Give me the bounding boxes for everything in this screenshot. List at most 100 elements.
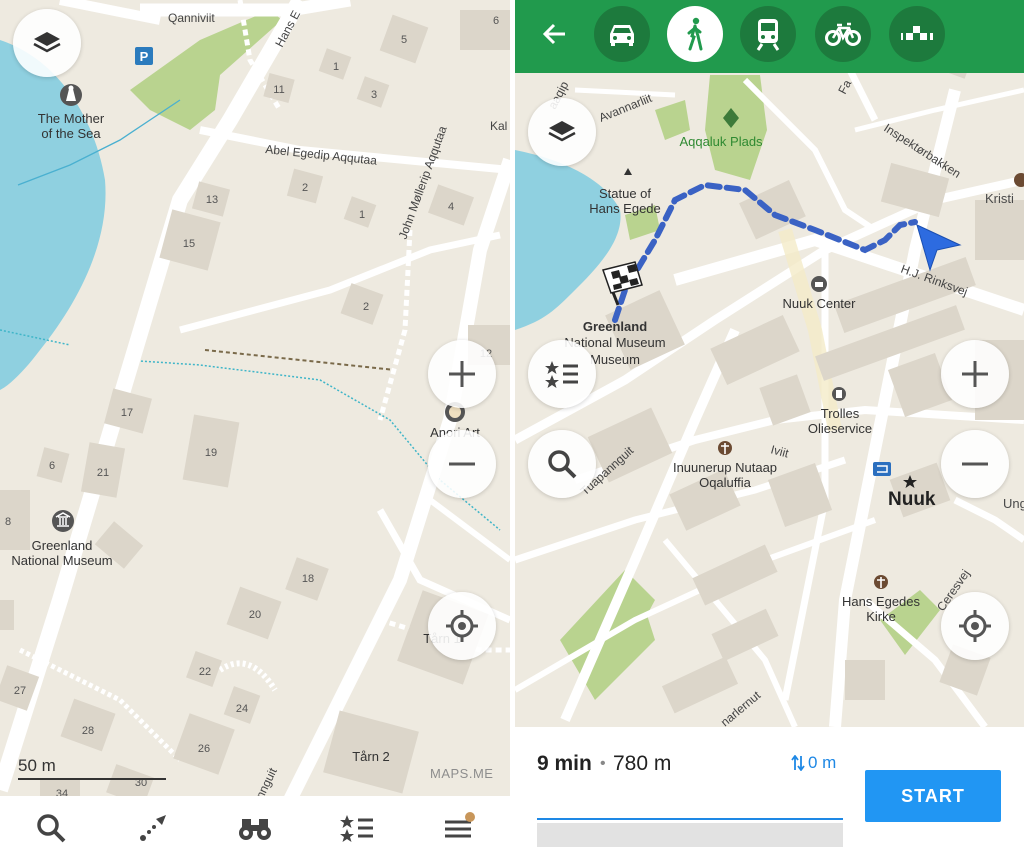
location-target-icon xyxy=(959,610,991,642)
poi-church-line2: Oqaluffia xyxy=(699,475,752,490)
right-map-panel[interactable]: Aqqaluk Plads Statue of Hans Egede Green… xyxy=(515,0,1024,860)
building-number-label: 21 xyxy=(97,467,109,479)
zoom-in-button[interactable] xyxy=(941,340,1009,408)
street-qanniviit: Qanniviit xyxy=(168,11,215,25)
poi-hans-egedes-kirke-line1: Hans Egedes xyxy=(842,594,921,609)
scale-line xyxy=(18,778,166,780)
poi-statue-line2: Hans Egede xyxy=(589,201,661,216)
taxi-icon xyxy=(901,26,933,40)
mode-bicycle-button[interactable] xyxy=(815,6,871,62)
my-location-button[interactable] xyxy=(428,592,496,660)
poi-trolles-line2: Olieservice xyxy=(808,421,872,436)
building-number-label: 6 xyxy=(493,15,499,27)
bookmarks-button[interactable] xyxy=(528,340,596,408)
minus-icon xyxy=(962,462,988,466)
route-summary-panel: 9 min • 780 m 0 m START xyxy=(515,727,1024,860)
car-icon xyxy=(610,25,634,46)
zoom-out-button[interactable] xyxy=(428,430,496,498)
route-icon xyxy=(140,815,166,841)
mode-car-button[interactable] xyxy=(594,6,650,62)
pedestrian-icon xyxy=(687,17,703,51)
maps-me-watermark: MAPS.ME xyxy=(430,766,494,781)
route-separator: • xyxy=(600,755,606,772)
plus-icon xyxy=(449,361,475,387)
bookmarks-icon xyxy=(340,815,373,842)
building-number-label: 27 xyxy=(14,685,26,697)
poi-kristi: Kristi xyxy=(985,191,1014,206)
building-number-label: 3 xyxy=(371,89,377,101)
discovery-button[interactable] xyxy=(225,798,285,858)
layers-button[interactable] xyxy=(528,98,596,166)
left-map-canvas[interactable]: P The Mother of the Sea Greenland Nation… xyxy=(0,0,510,860)
my-location-button[interactable] xyxy=(941,592,1009,660)
search-icon xyxy=(548,450,577,479)
zoom-out-button[interactable] xyxy=(941,430,1009,498)
building-number-label: 20 xyxy=(249,609,261,621)
poi-mother-of-sea-line1: The Mother xyxy=(38,111,105,126)
minus-icon xyxy=(449,462,475,466)
building-number-label: 2 xyxy=(363,301,369,313)
layers-icon xyxy=(548,121,576,142)
building-number-label: 22 xyxy=(199,666,211,678)
route-button[interactable] xyxy=(123,798,183,858)
poi-church-line1: Inuunerup Nutaap xyxy=(673,460,777,475)
poi-museum-line3: Museum xyxy=(590,352,640,367)
left-map-panel[interactable]: P The Mother of the Sea Greenland Nation… xyxy=(0,0,510,860)
poi-tarn2: Tårn 2 xyxy=(352,749,390,764)
route-time: 9 min xyxy=(537,752,592,775)
building-number-label: 8 xyxy=(5,516,11,528)
poi-trolles-line1: Trolles xyxy=(821,406,860,421)
city-label-nuuk: Nuuk xyxy=(888,489,936,510)
mode-pedestrian-button[interactable] xyxy=(667,6,723,62)
poi-aqqaluk-plads: Aqqaluk Plads xyxy=(679,134,763,149)
building-number-label: 4 xyxy=(448,201,454,213)
layers-icon xyxy=(33,32,61,53)
building-number-label: 1 xyxy=(333,61,339,73)
bicycle-icon xyxy=(825,22,861,46)
parking-label: P xyxy=(140,49,149,64)
route-altitude-chart-placeholder xyxy=(537,823,843,847)
bottom-toolbar xyxy=(0,796,510,860)
back-arrow-icon xyxy=(542,23,565,45)
back-button[interactable] xyxy=(535,14,575,54)
search-button[interactable] xyxy=(528,430,596,498)
elevation-value: 0 m xyxy=(808,753,837,772)
building-number-label: 17 xyxy=(121,407,133,419)
building-number-label: 26 xyxy=(198,743,210,755)
poi-museum-line1: Greenland xyxy=(32,538,93,553)
menu-icon xyxy=(445,812,475,838)
poi-mother-of-sea-line2: of the Sea xyxy=(41,126,101,141)
bookmarks-button[interactable] xyxy=(327,798,387,858)
poi-hans-egedes-kirke-line2: Kirke xyxy=(866,609,896,624)
route-progress-line xyxy=(537,818,843,820)
poi-ung: Ung xyxy=(1003,496,1024,511)
elevation-gain: 0 m xyxy=(791,753,836,773)
routing-header xyxy=(515,0,1024,73)
building-number-label: 15 xyxy=(183,238,195,250)
street-kal: Kal xyxy=(490,119,507,133)
bookmarks-icon xyxy=(545,361,578,388)
building-number-label: 13 xyxy=(206,194,218,206)
building-number-label: 19 xyxy=(205,447,217,459)
elevation-arrows-icon xyxy=(791,755,805,771)
search-icon xyxy=(37,814,66,843)
building-number-label: 11 xyxy=(273,84,284,96)
building-number-label: 6 xyxy=(49,460,55,472)
building-number-label: 5 xyxy=(401,34,407,46)
discovery-binoculars-icon xyxy=(239,819,271,840)
building-number-label: 24 xyxy=(236,703,248,715)
poi-statue-line1: Statue of xyxy=(599,186,651,201)
mode-transit-button[interactable] xyxy=(740,6,796,62)
plus-icon xyxy=(962,361,988,387)
poi-nuuk-center: Nuuk Center xyxy=(783,296,857,311)
search-button[interactable] xyxy=(21,798,81,858)
building-number-label: 1 xyxy=(359,209,365,221)
mode-taxi-button[interactable] xyxy=(889,6,945,62)
layers-button[interactable] xyxy=(13,9,81,77)
menu-button[interactable] xyxy=(429,798,489,858)
building-number-label: 2 xyxy=(302,182,308,194)
start-navigation-button[interactable]: START xyxy=(865,770,1001,822)
poi-museum-line2: National Museum xyxy=(11,553,112,568)
zoom-in-button[interactable] xyxy=(428,340,496,408)
scale-bar: 50 m xyxy=(18,756,166,780)
